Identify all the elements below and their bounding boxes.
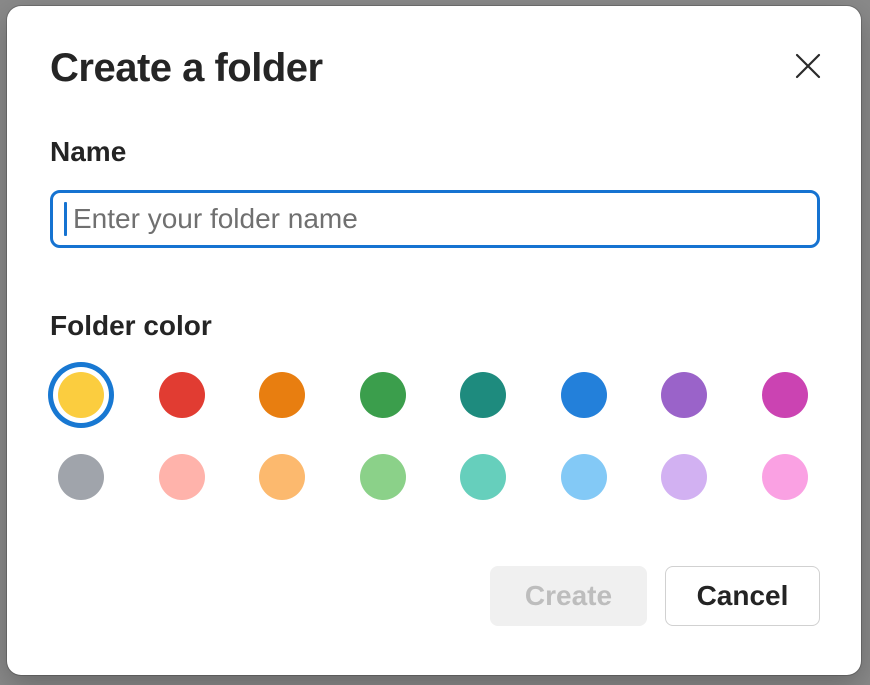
folder-name-input[interactable] [50,190,820,248]
cancel-button[interactable]: Cancel [665,566,820,626]
dialog-title: Create a folder [50,44,820,92]
color-swatch-light-blue[interactable] [561,454,607,500]
color-swatch-light-green[interactable] [360,454,406,500]
create-folder-dialog: Create a folder Name Folder color Create… [7,6,861,675]
color-swatch-purple[interactable] [661,372,707,418]
color-swatch-salmon[interactable] [159,454,205,500]
color-swatch-green[interactable] [360,372,406,418]
color-swatch-red[interactable] [159,372,205,418]
color-swatch-light-orange[interactable] [259,454,305,500]
color-swatch-blue[interactable] [561,372,607,418]
folder-color-label: Folder color [50,310,820,342]
text-caret [64,202,67,236]
dialog-footer: Create Cancel [50,566,820,626]
color-swatch-light-pink[interactable] [762,454,808,500]
color-swatch-yellow[interactable] [58,372,104,418]
color-swatch-gray[interactable] [58,454,104,500]
create-button[interactable]: Create [490,566,647,626]
color-swatch-magenta[interactable] [762,372,808,418]
name-field-label: Name [50,136,820,168]
color-swatch-lavender[interactable] [661,454,707,500]
color-swatch-orange[interactable] [259,372,305,418]
color-swatch-grid [58,372,820,500]
color-swatch-mint[interactable] [460,454,506,500]
name-input-wrap [50,190,820,248]
color-swatch-teal[interactable] [460,372,506,418]
